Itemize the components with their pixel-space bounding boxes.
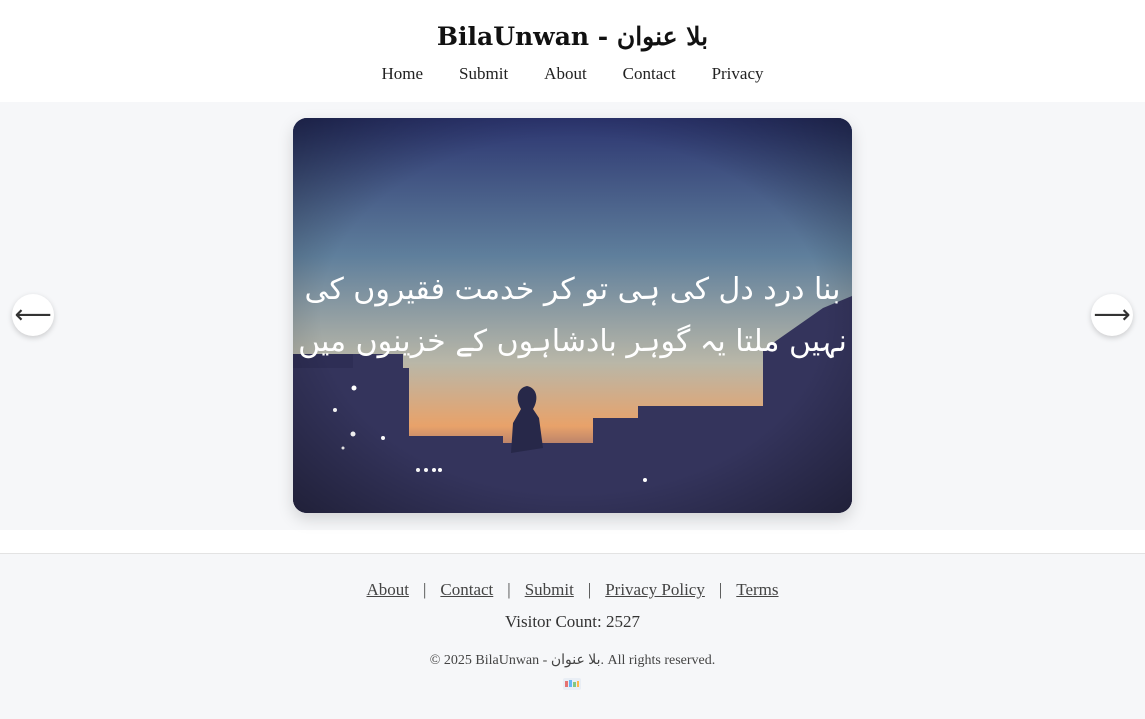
site-footer: About | Contact | Submit | Privacy Polic… xyxy=(0,554,1145,719)
footer-link-contact[interactable]: Contact xyxy=(440,580,493,600)
copyright-text: © 2025 BilaUnwan - بلا عنوان. All rights… xyxy=(429,653,716,668)
arrow-left-icon: ⟵ xyxy=(14,300,52,330)
poem-line: نہیں ملتا یہ گوہر بادشاہوں کے خزینوں میں xyxy=(298,324,847,359)
link-separator: | xyxy=(587,580,592,599)
main-nav: Home Submit About Contact Privacy xyxy=(0,64,1145,84)
poetry-slide-image: بنا درد دل کی ہی تو کر خدمت فقیروں کی نہ… xyxy=(293,118,852,513)
slider-prev-button[interactable]: ⟵ xyxy=(12,294,54,336)
nav-submit[interactable]: Submit xyxy=(459,64,508,84)
link-separator: | xyxy=(507,580,511,599)
footer-link-privacy-policy[interactable]: Privacy Policy xyxy=(605,580,705,600)
nav-privacy[interactable]: Privacy xyxy=(712,64,764,84)
arrow-right-icon: ⟶ xyxy=(1093,300,1131,330)
slider-next-button[interactable]: ⟶ xyxy=(1091,294,1133,336)
footer-link-submit[interactable]: Submit xyxy=(525,580,574,600)
site-header: BilaUnwan - بلا عنوان Home Submit About … xyxy=(0,0,1145,102)
nav-home[interactable]: Home xyxy=(382,64,424,84)
nav-contact[interactable]: Contact xyxy=(623,64,676,84)
site-title[interactable]: BilaUnwan - بلا عنوان xyxy=(0,22,1145,51)
link-separator: | xyxy=(422,580,427,599)
image-slider: بنا درد دل کی ہی تو کر خدمت فقیروں کی نہ… xyxy=(0,102,1145,530)
link-separator: | xyxy=(718,580,723,599)
footer-links: About | Contact | Submit | Privacy Polic… xyxy=(0,580,1145,600)
footer-link-about[interactable]: About xyxy=(366,580,409,600)
footer-link-terms[interactable]: Terms xyxy=(736,580,778,600)
visitor-count: Visitor Count: 2527 xyxy=(505,612,640,631)
urdu-poetry-text: بنا درد دل کی ہی تو کر خدمت فقیروں کی نہ… xyxy=(293,264,852,368)
nav-about[interactable]: About xyxy=(544,64,587,84)
counter-badge-icon xyxy=(563,678,581,690)
poem-line: بنا درد دل کی ہی تو کر خدمت فقیروں کی xyxy=(304,272,841,307)
